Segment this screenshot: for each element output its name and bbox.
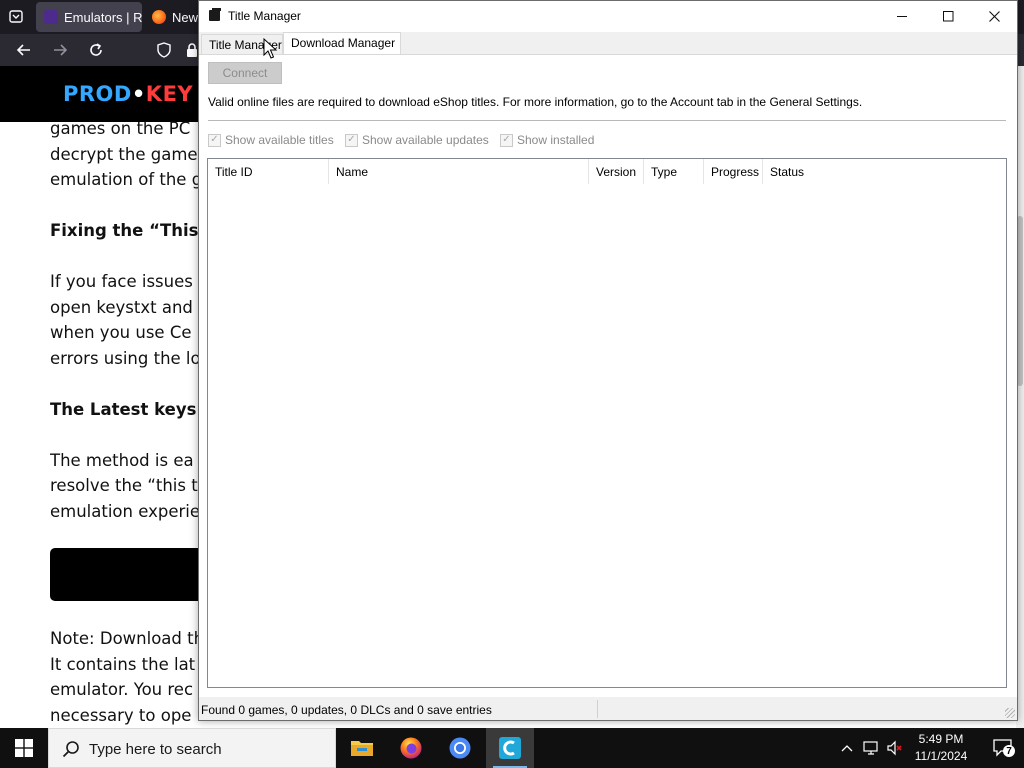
column-header-name[interactable]: Name xyxy=(329,159,589,184)
taskbar-cemu[interactable] xyxy=(486,728,534,768)
maximize-icon xyxy=(942,11,953,22)
network-icon[interactable] xyxy=(862,739,880,757)
site-favicon-icon xyxy=(44,10,58,24)
article-line: emulator. You rec xyxy=(50,680,194,699)
tab-list-icon[interactable] xyxy=(4,4,28,28)
article-line: resolve the “this ti xyxy=(50,476,198,495)
article-gap xyxy=(50,244,198,270)
mouse-cursor-icon xyxy=(263,38,277,59)
minimize-icon xyxy=(896,16,907,17)
window-title: Title Manager xyxy=(228,9,301,23)
article-line: errors using the lo xyxy=(50,348,198,368)
taskbar-firefox[interactable] xyxy=(387,728,435,768)
article-line: games on the PC xyxy=(50,119,191,138)
search-placeholder: Type here to search xyxy=(89,741,222,758)
system-tray: 5:49 PM 11/1/2024 7 xyxy=(834,728,1024,768)
taskbar-clock[interactable]: 5:49 PM 11/1/2024 xyxy=(906,731,976,765)
connect-button[interactable]: Connect xyxy=(208,62,282,84)
forward-icon[interactable] xyxy=(48,38,72,62)
checkbox-check-icon: ✓ xyxy=(208,133,221,147)
notification-count: 7 xyxy=(1006,746,1012,757)
article-line: open keystxt and xyxy=(50,297,193,317)
resize-grip-icon[interactable] xyxy=(1005,708,1015,718)
column-header-progress[interactable]: Progress xyxy=(704,159,763,184)
firefox-icon xyxy=(400,737,422,759)
site-logo[interactable]: PROD•KEY xyxy=(63,82,193,106)
column-header-type[interactable]: Type xyxy=(644,159,704,184)
browser-tab-emulators[interactable]: Emulators | Ro xyxy=(36,2,142,32)
column-header-version[interactable]: Version xyxy=(589,159,644,184)
window-titlebar[interactable]: Title Manager xyxy=(199,1,1017,32)
article-gap xyxy=(50,422,198,448)
taskbar-chromium[interactable] xyxy=(436,728,484,768)
browser-tab-label: Emulators | Ro xyxy=(64,9,142,25)
article-gap xyxy=(50,193,198,219)
article-heading: The Latest keys.tx xyxy=(50,399,198,419)
minimize-button[interactable] xyxy=(879,1,925,32)
reload-icon[interactable] xyxy=(84,38,108,62)
volume-muted-icon[interactable] xyxy=(886,739,904,757)
article-line: The method is ea xyxy=(50,450,194,470)
title-manager-window: Title Manager Title Manager Download Man… xyxy=(198,0,1018,721)
clock-time: 5:49 PM xyxy=(918,732,964,746)
checkbox-check-icon: ✓ xyxy=(345,133,358,147)
article-line: emulation experie xyxy=(50,501,198,521)
search-icon xyxy=(62,741,79,758)
close-icon xyxy=(988,11,1000,22)
browser-tab-new[interactable]: New xyxy=(144,2,198,32)
chevron-up-icon[interactable] xyxy=(838,739,856,757)
table-header: Title ID Name Version Type Progress Stat… xyxy=(208,159,1006,184)
article-gap xyxy=(50,371,198,397)
divider xyxy=(208,120,1006,121)
cemu-icon xyxy=(499,737,521,759)
article-line: necessary to ope xyxy=(50,705,192,725)
checkbox-check-icon: ✓ xyxy=(500,133,513,147)
article-text: games on the PC decrypt the game emulation… xyxy=(50,116,198,524)
show-available-titles-checkbox[interactable]: ✓ Show available titles xyxy=(208,133,334,147)
show-installed-checkbox[interactable]: ✓ Show installed xyxy=(500,133,594,147)
chromium-icon xyxy=(449,737,471,759)
status-divider xyxy=(597,700,598,718)
article-line: emulation of the g xyxy=(50,170,198,189)
windows-logo-icon xyxy=(15,739,33,757)
article-line: when you use Ce xyxy=(50,323,192,342)
article-line: decrypt the game xyxy=(50,144,198,164)
column-header-status[interactable]: Status xyxy=(763,159,1006,184)
browser-tab-label: New xyxy=(172,9,198,25)
app-icon xyxy=(209,8,221,21)
article-line: Note: Download th xyxy=(50,629,198,648)
article-text-bottom: Note: Download th It contains the lat emul… xyxy=(50,626,198,728)
clock-date: 11/1/2024 xyxy=(914,749,968,763)
article-line: If you face issues xyxy=(50,272,193,291)
article-line: It contains the lat xyxy=(50,654,196,674)
article-heading: Fixing the “This ti xyxy=(50,221,198,240)
column-header-title-id[interactable]: Title ID xyxy=(208,159,329,184)
download-banner[interactable] xyxy=(50,548,198,601)
maximize-button[interactable] xyxy=(925,1,971,32)
start-button[interactable] xyxy=(0,728,48,768)
titles-table[interactable]: Title ID Name Version Type Progress Stat… xyxy=(207,158,1007,688)
taskbar: Type here to search 5:49 PM 11/1/2024 7 xyxy=(0,728,1024,768)
window-tab-strip: Title Manager Download Manager xyxy=(199,32,1017,55)
tab-download-manager[interactable]: Download Manager xyxy=(283,32,401,55)
firefox-favicon-icon xyxy=(152,10,166,24)
status-bar: Found 0 games, 0 updates, 0 DLCs and 0 s… xyxy=(199,698,1017,720)
status-text: Found 0 games, 0 updates, 0 DLCs and 0 s… xyxy=(201,703,492,717)
show-available-updates-checkbox[interactable]: ✓ Show available updates xyxy=(345,133,489,147)
download-manager-panel: Connect Valid online files are required … xyxy=(199,54,1017,697)
shield-icon[interactable] xyxy=(152,38,176,62)
taskbar-search-box[interactable]: Type here to search xyxy=(48,728,336,768)
close-button[interactable] xyxy=(971,1,1017,32)
back-icon[interactable] xyxy=(12,38,36,62)
folder-icon xyxy=(351,741,373,756)
taskbar-file-explorer[interactable] xyxy=(338,728,386,768)
notification-button[interactable]: 7 xyxy=(992,738,1016,758)
info-text: Valid online files are required to downl… xyxy=(208,95,863,109)
